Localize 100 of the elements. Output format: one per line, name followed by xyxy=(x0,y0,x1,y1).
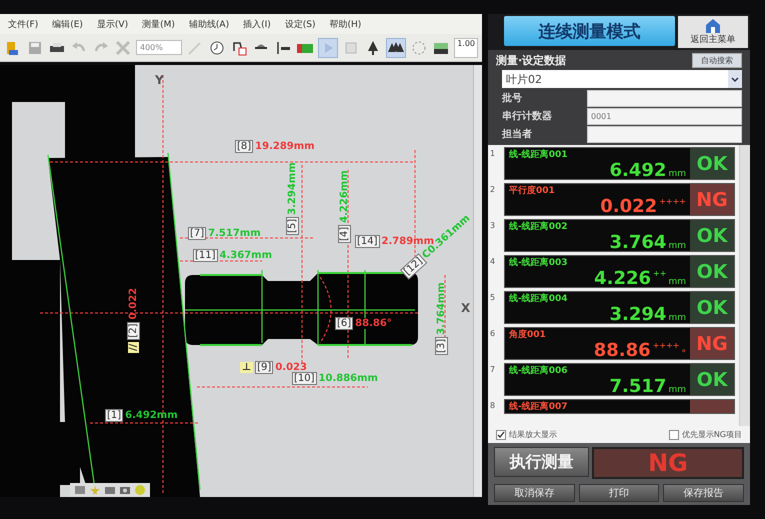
home-button[interactable]: 返回主菜单 xyxy=(678,16,748,48)
unit-label: ° xyxy=(682,349,686,359)
measured-value: 0.022 xyxy=(600,197,658,217)
dimension-value: 4.226mm xyxy=(339,170,350,223)
annotation-index: [14] xyxy=(355,235,380,248)
mode-title: 连续测量模式 xyxy=(504,16,675,46)
tolerance-symbol: // xyxy=(128,342,139,353)
result-panel[interactable]: 平行度001 0.022++++ NG xyxy=(504,183,735,216)
unit-label: mm xyxy=(668,277,686,287)
measurement-name: 线-线距离002 xyxy=(509,220,569,233)
unit-label: mm xyxy=(668,385,686,395)
zoom-field[interactable]: 400% xyxy=(136,40,182,55)
dimension-value: 6.492mm xyxy=(125,410,178,421)
action-button[interactable]: 打印 xyxy=(578,484,660,502)
menu-item[interactable]: 编辑(E) xyxy=(52,18,83,30)
annotation-index: [10] xyxy=(292,372,317,385)
dimension-value: 10.886mm xyxy=(318,373,378,384)
row-number: 7 xyxy=(490,364,496,374)
menu-item[interactable]: 帮助(H) xyxy=(330,18,362,30)
action-button[interactable]: 取消保存 xyxy=(494,484,575,502)
house-icon xyxy=(704,17,722,33)
checkbox-label: 结果放大显示 xyxy=(509,429,557,440)
dimension-value: 19.289mm xyxy=(255,141,315,152)
caret-icon xyxy=(730,75,740,83)
section-label: 测量·设定数据 xyxy=(496,53,566,68)
measurement-name: 线-线距离006 xyxy=(509,364,569,377)
result-panel[interactable]: 线-线距离007 xyxy=(504,399,735,414)
scrollbar[interactable] xyxy=(473,65,482,497)
input-field[interactable]: 0001 xyxy=(587,108,742,124)
dimension-value: 4.367mm xyxy=(220,250,272,261)
clock-icon[interactable] xyxy=(208,38,226,56)
dimension-value: 3.764mm xyxy=(436,282,447,335)
row-number: 4 xyxy=(490,256,496,266)
menu-item[interactable]: 测量(M) xyxy=(142,18,175,30)
annotation-index: [1] xyxy=(105,409,124,422)
overall-result: NG xyxy=(592,447,744,479)
tolerance-marks: ++ xyxy=(653,269,666,278)
status-badge: OK xyxy=(690,256,734,287)
action-button[interactable]: 保存报告 xyxy=(663,484,744,502)
row-number: 2 xyxy=(490,184,496,194)
measured-value: 7.517 xyxy=(610,377,666,397)
result-panel[interactable]: 线-线距离002 3.764 mm OK xyxy=(504,219,735,252)
menu-item[interactable]: 文件(F) xyxy=(8,18,38,30)
annotation-index: [6] xyxy=(335,317,354,330)
menu-item[interactable]: 辅助线(A) xyxy=(188,18,230,30)
unit-label: mm xyxy=(668,241,686,251)
star-icon[interactable] xyxy=(89,484,101,496)
camera-icon[interactable] xyxy=(119,484,131,496)
measured-value: 88.86 xyxy=(594,341,651,361)
scrollbar[interactable] xyxy=(739,145,750,426)
result-panel[interactable]: 线-线距离004 3.294 mm OK xyxy=(504,291,735,324)
status-badge: OK xyxy=(690,220,734,251)
annotation-index: [5] xyxy=(286,216,299,235)
measured-value: 3.764 xyxy=(610,233,666,253)
dimension-value: 3.294mm xyxy=(287,162,298,215)
auto-search-button[interactable]: 自动搜索 xyxy=(692,53,742,68)
line-width-field[interactable]: 1.00 xyxy=(454,38,478,58)
checkbox[interactable] xyxy=(496,430,506,440)
measurement-name: 平行度001 xyxy=(509,184,556,197)
tolerance-marks: ++++ xyxy=(652,341,680,350)
result-panel[interactable]: 线-线距离003 4.226++ mm OK xyxy=(504,255,735,288)
menu-item[interactable]: 设定(S) xyxy=(284,18,316,30)
tolerance-marks: ++++ xyxy=(659,197,686,206)
dimension-value: 0.022 xyxy=(128,288,139,320)
status-badge: OK xyxy=(690,148,734,179)
measurement-name: 线-线距离003 xyxy=(509,256,569,269)
annotation-index: [11] xyxy=(193,249,218,262)
axis-label: X xyxy=(461,301,470,315)
program-dropdown[interactable]: 叶片02 xyxy=(502,70,742,88)
annotation-index: [2] xyxy=(127,322,140,340)
status-badge: NG xyxy=(690,184,734,215)
annotation-index: [4] xyxy=(338,224,351,243)
measured-value: 3.294 xyxy=(610,305,666,325)
result-panel[interactable]: 线-线距离006 7.517 mm OK xyxy=(504,363,735,396)
measured-value: 6.492 xyxy=(610,161,666,181)
menu-item[interactable]: 显示(V) xyxy=(96,18,128,30)
run-measurement-button[interactable]: 执行测量 xyxy=(494,447,589,477)
tolerance-symbol: ⊥ xyxy=(240,362,254,373)
field-label: 担当者 xyxy=(502,128,533,141)
dimension-value: 88.86° xyxy=(355,318,392,329)
annotation-index: [7] xyxy=(188,227,206,240)
checkbox[interactable] xyxy=(668,430,679,440)
measurement-name: 角度001 xyxy=(509,328,547,341)
input-field[interactable] xyxy=(587,90,742,106)
measured-value: 4.226 xyxy=(594,269,652,289)
row-number: 5 xyxy=(490,292,496,302)
measurement-name: 线-线距离004 xyxy=(509,292,569,305)
checkbox-label: 优先显示NG项目 xyxy=(682,429,742,440)
trees-icon[interactable] xyxy=(386,38,406,58)
measurement-name: 线-线距离001 xyxy=(509,148,569,161)
result-panel[interactable]: 角度001 88.86++++ ° NG xyxy=(504,327,735,360)
dimension-value: 0.023 xyxy=(275,362,307,373)
result-panel[interactable]: 线-线距离001 6.492 mm OK xyxy=(504,147,735,180)
annotation-index: [3] xyxy=(435,336,448,355)
field-label: 批号 xyxy=(502,92,523,105)
menu-item[interactable]: 插入(I) xyxy=(243,18,271,30)
play-icon[interactable] xyxy=(318,38,338,58)
annotation-index: [9] xyxy=(255,361,274,374)
input-field[interactable] xyxy=(587,126,742,142)
dimension-value: 7.517mm xyxy=(208,228,261,239)
